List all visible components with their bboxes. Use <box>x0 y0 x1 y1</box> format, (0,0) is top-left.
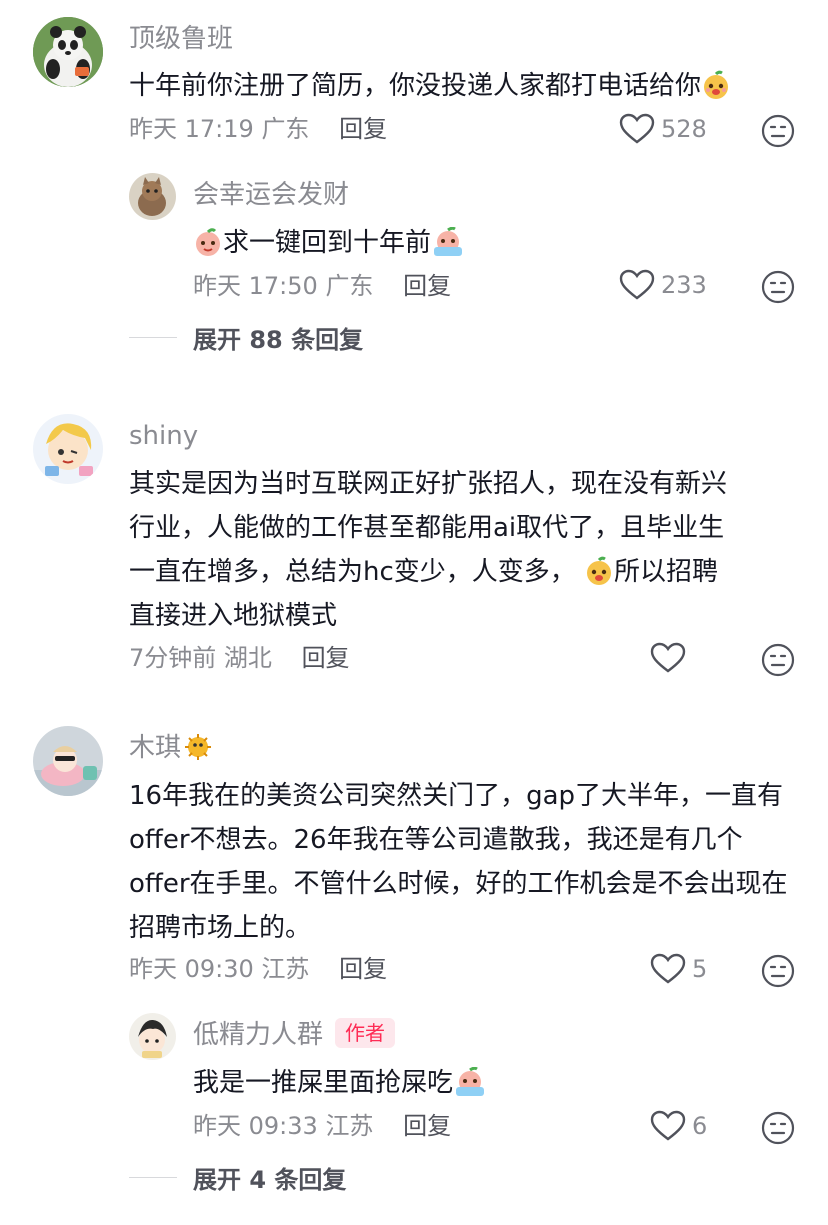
meh-face-icon <box>761 114 795 148</box>
comment-username[interactable]: 顶级鲁班 <box>129 22 233 56</box>
dislike-button[interactable] <box>761 643 795 681</box>
like-button[interactable]: 5 <box>650 953 707 985</box>
crying-peach-emoji-icon <box>431 226 463 257</box>
comment-time: 7分钟前 <box>129 644 217 672</box>
reply-username[interactable]: 低精力人群 作者 <box>193 1018 396 1052</box>
like-button[interactable]: 6 <box>650 1110 707 1142</box>
comment-meta: 7分钟前 湖北 回复 <box>129 642 350 674</box>
dislike-button[interactable] <box>761 1111 795 1149</box>
reply-username-text: 低精力人群 <box>193 1020 324 1050</box>
comment-text: 其实是因为当时互联网正好扩张招人，现在没有新兴 行业，人能做的工作甚至都能用ai… <box>129 462 809 638</box>
comment-text-line: 行业，人能做的工作甚至都能用ai取代了，且毕业生 <box>129 513 725 543</box>
expand-replies-label: 展开 4 条回复 <box>193 1166 347 1194</box>
crying-peach-emoji-icon <box>453 1066 485 1097</box>
comment-text-line: 一直在增多，总结为hc变少，人变多， <box>129 557 576 587</box>
reply-meta: 昨天 09:33 江苏 回复 <box>193 1110 451 1142</box>
comment-location: 广东 <box>261 115 310 143</box>
comment-text: 十年前你注册了简历，你没投递人家都打电话给你 <box>129 64 809 108</box>
like-count: 5 <box>692 955 708 983</box>
heart-icon <box>650 1110 686 1141</box>
reply-text-body: 求一键回到十年前 <box>223 228 432 258</box>
like-count: 528 <box>661 115 707 143</box>
peach-emoji-icon <box>193 227 223 257</box>
expand-replies-button[interactable]: 展开 88 条回复 <box>129 320 363 355</box>
reply-text: 求一键回到十年前 <box>193 221 793 265</box>
comment-time: 昨天 09:30 <box>129 955 254 983</box>
author-badge: 作者 <box>335 1018 396 1048</box>
comment-meta: 昨天 09:30 江苏 回复 <box>129 953 387 985</box>
meh-face-icon <box>761 643 795 677</box>
meh-face-icon <box>761 954 795 988</box>
smiling-fruit-emoji-icon <box>701 70 731 100</box>
like-count: 233 <box>661 271 707 299</box>
reply-meta: 昨天 17:50 广东 回复 <box>193 270 451 302</box>
heart-icon <box>619 113 655 144</box>
expand-replies-label: 展开 88 条回复 <box>193 326 364 354</box>
comment-meta: 昨天 17:19 广东 回复 <box>129 113 387 145</box>
smiling-fruit-emoji-icon <box>584 556 614 586</box>
meh-face-icon <box>761 1111 795 1145</box>
reply-location: 江苏 <box>325 1112 374 1140</box>
reply-text: 我是一推屎里面抢屎吃 <box>193 1061 793 1105</box>
reply-button[interactable]: 回复 <box>403 272 451 300</box>
reply-button[interactable]: 回复 <box>339 955 387 983</box>
avatar[interactable] <box>33 726 103 796</box>
reply-time: 昨天 17:50 <box>193 272 318 300</box>
reply-username[interactable]: 会幸运会发财 <box>193 178 349 212</box>
expand-divider <box>129 1177 177 1178</box>
dislike-button[interactable] <box>761 114 795 152</box>
pufferfish-emoji-icon <box>183 732 213 762</box>
avatar[interactable] <box>33 17 103 87</box>
comment-time: 昨天 17:19 <box>129 115 254 143</box>
heart-icon <box>650 642 686 673</box>
heart-icon <box>619 269 655 300</box>
avatar[interactable] <box>129 173 176 220</box>
comment-text-line: 所以招聘 <box>614 557 719 587</box>
expand-replies-button[interactable]: 展开 4 条回复 <box>129 1160 346 1195</box>
comment-username-text: 木琪 <box>129 733 182 763</box>
reply-button[interactable]: 回复 <box>302 644 350 672</box>
dislike-button[interactable] <box>761 954 795 992</box>
heart-icon <box>650 953 686 984</box>
expand-divider <box>129 337 177 338</box>
like-button[interactable] <box>650 642 692 674</box>
reply-location: 广东 <box>325 272 374 300</box>
comment-text-body: 十年前你注册了简历，你没投递人家都打电话给你 <box>129 71 702 101</box>
reply-button[interactable]: 回复 <box>339 115 387 143</box>
comment-text-line: 直接进入地狱模式 <box>129 601 338 631</box>
comment-location: 江苏 <box>261 955 310 983</box>
avatar[interactable] <box>129 1013 176 1060</box>
avatar[interactable] <box>33 414 103 484</box>
comment-username[interactable]: shiny <box>129 419 198 453</box>
like-button[interactable]: 528 <box>619 113 707 145</box>
like-count: 6 <box>692 1112 708 1140</box>
reply-time: 昨天 09:33 <box>193 1112 318 1140</box>
meh-face-icon <box>761 270 795 304</box>
comment-text: 16年我在的美资公司突然关门了，gap了大半年，一直有offer不想去。26年我… <box>129 781 788 943</box>
reply-text-body: 我是一推屎里面抢屎吃 <box>193 1068 454 1098</box>
comment-username[interactable]: 木琪 <box>129 731 213 765</box>
comment-location: 湖北 <box>223 644 272 672</box>
reply-button[interactable]: 回复 <box>403 1112 451 1140</box>
dislike-button[interactable] <box>761 270 795 308</box>
like-button[interactable]: 233 <box>619 269 707 301</box>
comment-text-line: 其实是因为当时互联网正好扩张招人，现在没有新兴 <box>129 469 728 499</box>
